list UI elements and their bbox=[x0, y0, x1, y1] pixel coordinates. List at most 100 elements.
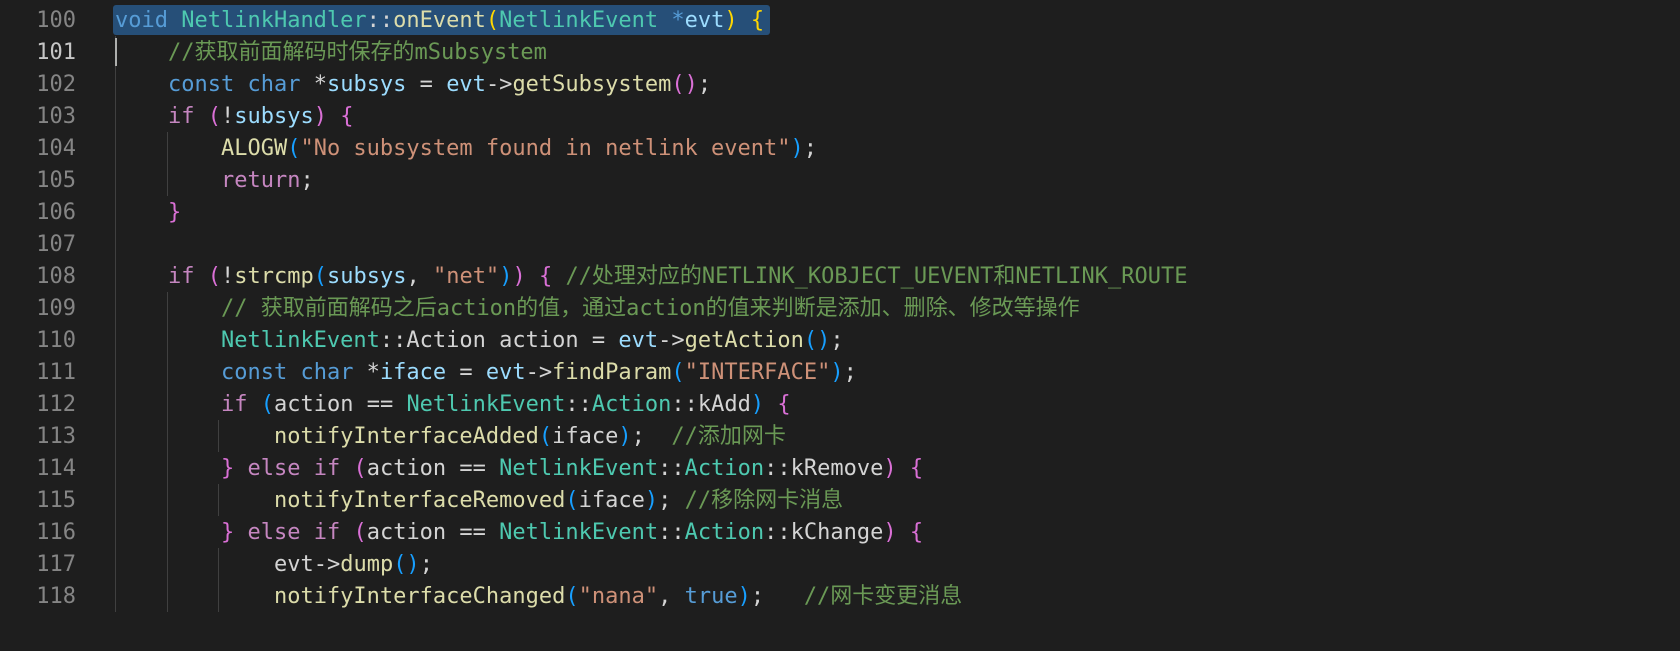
code-line[interactable]: 118 notifyInterfaceChanged("nana", true)… bbox=[0, 580, 1680, 614]
code-token: ( bbox=[353, 520, 367, 545]
line-number: 112 bbox=[36, 392, 76, 417]
code-text: const char *subsys = evt->getSubsystem()… bbox=[115, 68, 711, 102]
code-token: NetlinkEvent bbox=[499, 456, 659, 481]
code-token: { bbox=[750, 8, 765, 33]
code-text: ALOGW("No subsystem found in netlink eve… bbox=[115, 132, 817, 166]
code-line[interactable]: 112 if (action == NetlinkEvent::Action::… bbox=[0, 388, 1680, 422]
code-token: strcmp bbox=[234, 264, 314, 289]
code-text: } else if (action == NetlinkEvent::Actio… bbox=[115, 516, 923, 550]
code-text: evt->dump(); bbox=[115, 548, 433, 582]
code-token: action bbox=[366, 456, 447, 481]
line-number: 109 bbox=[36, 296, 76, 321]
code-text: NetlinkEvent::Action action = evt->getAc… bbox=[115, 324, 844, 358]
code-text: } bbox=[115, 196, 181, 230]
code-line[interactable]: 102 const char *subsys = evt->getSubsyst… bbox=[0, 68, 1680, 102]
code-token: ) bbox=[830, 360, 844, 385]
code-line[interactable]: 114 } else if (action == NetlinkEvent::A… bbox=[0, 452, 1680, 486]
code-token: action bbox=[499, 328, 579, 353]
code-token: "No subsystem found in netlink event" bbox=[300, 136, 791, 161]
code-token: -> bbox=[658, 328, 685, 353]
line-number: 102 bbox=[36, 72, 76, 97]
code-token: kChange bbox=[790, 520, 884, 545]
code-line[interactable]: 108 if (!strcmp(subsys, "net")) { //处理对应… bbox=[0, 260, 1680, 294]
code-token: kAdd bbox=[697, 392, 751, 417]
code-token: subsys bbox=[326, 264, 407, 289]
code-token: Action bbox=[684, 456, 765, 481]
code-token: NetlinkEvent bbox=[220, 328, 380, 353]
code-token: ; bbox=[697, 72, 712, 97]
code-token: ) bbox=[313, 104, 327, 129]
code-line[interactable]: 107 bbox=[0, 228, 1680, 262]
code-token: ; bbox=[750, 584, 804, 609]
code-token: * bbox=[671, 8, 685, 33]
code-line[interactable]: 117 evt->dump(); bbox=[0, 548, 1680, 582]
code-token: evt bbox=[618, 328, 659, 353]
code-token: :: bbox=[671, 392, 698, 417]
code-token: { bbox=[340, 104, 354, 129]
code-text: //获取前面解码时保存的mSubsystem bbox=[115, 36, 547, 70]
code-token: else bbox=[247, 520, 301, 545]
code-token: NetlinkHandler bbox=[181, 8, 367, 33]
code-line[interactable]: 105 return; bbox=[0, 164, 1680, 198]
code-token: "net" bbox=[432, 264, 500, 289]
code-line[interactable]: 100 void NetlinkHandler::onEvent(NetlinkE… bbox=[0, 4, 1680, 38]
line-number: 107 bbox=[36, 232, 76, 257]
code-token: ! bbox=[220, 264, 235, 289]
code-token: ) bbox=[724, 8, 738, 33]
code-line[interactable]: 113 notifyInterfaceAdded(iface); //添加网卡 bbox=[0, 420, 1680, 454]
code-token: ) bbox=[883, 456, 897, 481]
code-line[interactable]: 106 } bbox=[0, 196, 1680, 230]
code-token: { bbox=[909, 520, 924, 545]
line-number: 110 bbox=[36, 328, 76, 353]
code-token: ALOGW bbox=[220, 136, 288, 161]
code-token: ( bbox=[207, 104, 221, 129]
code-token: ( bbox=[287, 136, 301, 161]
code-token: == bbox=[353, 392, 407, 417]
code-token: { bbox=[538, 264, 553, 289]
code-line[interactable]: 109 // 获取前面解码之后action的值，通过action的值来判断是添加… bbox=[0, 292, 1680, 326]
code-token: () bbox=[393, 552, 420, 577]
code-line[interactable]: 110 NetlinkEvent::Action action = evt->g… bbox=[0, 324, 1680, 358]
code-token: -> bbox=[485, 72, 513, 97]
code-line[interactable]: 104 ALOGW("No subsystem found in netlink… bbox=[0, 132, 1680, 166]
code-text: const char *iface = evt->findParam("INTE… bbox=[115, 356, 857, 390]
line-number: 108 bbox=[36, 264, 76, 289]
text-cursor bbox=[115, 38, 117, 66]
code-line[interactable]: 103 if (!subsys) { bbox=[0, 100, 1680, 134]
code-text: void NetlinkHandler::onEvent(NetlinkEven… bbox=[115, 4, 764, 38]
code-token: Action bbox=[591, 392, 672, 417]
code-line[interactable]: 115 notifyInterfaceRemoved(iface); //移除网… bbox=[0, 484, 1680, 518]
code-token: void bbox=[115, 8, 168, 33]
code-token: :: bbox=[379, 328, 407, 353]
code-text: if (!subsys) { bbox=[115, 100, 353, 134]
code-token: , bbox=[658, 584, 685, 609]
code-line[interactable]: 101 //获取前面解码时保存的mSubsystem bbox=[0, 36, 1680, 70]
code-token: evt bbox=[446, 72, 486, 97]
code-editor[interactable]: 100 void NetlinkHandler::onEvent(NetlinkE… bbox=[0, 0, 1680, 651]
code-token: notifyInterfaceChanged bbox=[273, 584, 566, 609]
code-token: :: bbox=[366, 8, 394, 33]
code-token: } bbox=[220, 456, 235, 481]
code-token: ) bbox=[750, 392, 765, 417]
code-line[interactable]: 116 } else if (action == NetlinkEvent::A… bbox=[0, 516, 1680, 550]
code-line[interactable]: 111 const char *iface = evt->findParam("… bbox=[0, 356, 1680, 390]
code-token: ) bbox=[618, 424, 632, 449]
code-token: ; bbox=[803, 136, 818, 161]
code-token: notifyInterfaceAdded bbox=[273, 424, 539, 449]
code-token: ; bbox=[419, 552, 433, 577]
code-token: = bbox=[578, 328, 619, 353]
code-token: subsys bbox=[234, 104, 314, 129]
